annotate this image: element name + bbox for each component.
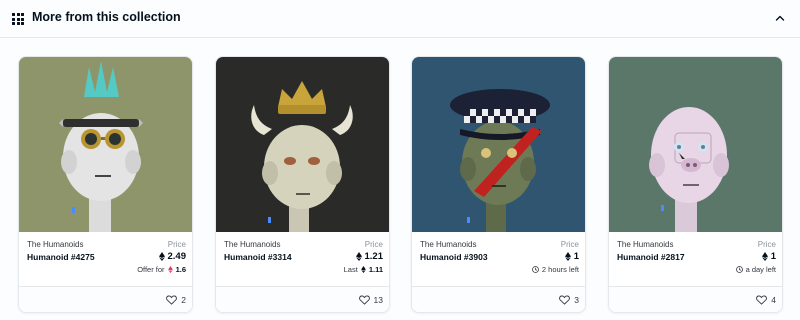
price: 1.21 (355, 251, 384, 262)
last-sale-value: 1.11 (368, 265, 383, 274)
nft-image[interactable] (609, 57, 782, 232)
humanoid-3314-artwork (216, 57, 389, 232)
heart-icon (756, 295, 768, 305)
nft-info: The Humanoids Humanoid #3903 Price 1 2 h… (412, 232, 585, 284)
card-footer: 3 (412, 286, 585, 312)
price-value: 1 (770, 251, 776, 262)
price: 2.49 (158, 251, 187, 262)
collection-section-header[interactable]: More from this collection (0, 0, 800, 38)
collection-section-body: The Humanoids Humanoid #4275 Price 2.49 … (0, 39, 800, 320)
favorite-button[interactable]: 2 (166, 295, 186, 305)
price-label: Price (364, 240, 383, 249)
last-sale-info: Last 1.11 (344, 265, 383, 274)
price: 1 (761, 251, 776, 262)
clock-icon (735, 266, 743, 273)
price-value: 1 (573, 251, 579, 262)
nft-info: The Humanoids Humanoid #2817 Price 1 a d… (609, 232, 782, 284)
time-left-label: 2 hours left (541, 265, 579, 274)
ethereum-icon (761, 252, 768, 261)
nft-card[interactable]: The Humanoids Humanoid #4275 Price 2.49 … (18, 56, 193, 313)
card-footer: 13 (216, 286, 389, 312)
section-title: More from this collection (32, 10, 181, 24)
time-left-label: a day left (745, 265, 776, 274)
humanoid-4275-artwork (19, 57, 192, 232)
nft-image[interactable] (412, 57, 585, 232)
favorite-button[interactable]: 3 (559, 295, 579, 305)
price: 1 (564, 251, 579, 262)
time-left-info: 2 hours left (532, 265, 579, 274)
price-label: Price (167, 240, 186, 249)
offer-label: Offer for (137, 265, 165, 274)
ethereum-icon (360, 266, 366, 273)
item-name[interactable]: Humanoid #2817 (617, 252, 685, 262)
nft-image[interactable] (216, 57, 389, 232)
card-footer: 4 (609, 286, 782, 312)
item-name[interactable]: Humanoid #3314 (224, 252, 292, 262)
nft-card[interactable]: The Humanoids Humanoid #3314 Price 1.21 … (215, 56, 390, 313)
nft-image[interactable] (19, 57, 192, 232)
nft-info: The Humanoids Humanoid #3314 Price 1.21 … (216, 232, 389, 284)
time-left-info: a day left (735, 265, 776, 274)
price-label: Price (757, 240, 776, 249)
nft-card[interactable]: The Humanoids Humanoid #3903 Price 1 2 h… (411, 56, 586, 313)
collection-name[interactable]: The Humanoids (224, 240, 280, 249)
heart-icon (358, 295, 370, 305)
humanoid-3903-artwork (412, 57, 585, 232)
chevron-up-icon[interactable] (774, 12, 786, 24)
ethereum-icon (167, 266, 173, 273)
ethereum-icon (564, 252, 571, 261)
humanoid-2817-artwork (609, 57, 782, 232)
price-value: 2.49 (167, 251, 187, 262)
price-value: 1.21 (364, 251, 384, 262)
grid-icon (12, 13, 24, 25)
clock-icon (532, 266, 539, 273)
item-name[interactable]: Humanoid #3903 (420, 252, 488, 262)
offer-info: Offer for 1.6 (137, 265, 186, 274)
favorite-count: 4 (771, 295, 776, 305)
nft-card[interactable]: The Humanoids Humanoid #2817 Price 1 a d… (608, 56, 783, 313)
favorite-button[interactable]: 13 (358, 295, 383, 305)
favorite-count: 13 (373, 295, 383, 305)
card-footer: 2 (19, 286, 192, 312)
offer-value: 1.6 (175, 265, 186, 274)
favorite-button[interactable]: 4 (756, 295, 776, 305)
price-label: Price (560, 240, 579, 249)
favorite-count: 3 (574, 295, 579, 305)
ethereum-icon (355, 252, 362, 261)
favorite-count: 2 (181, 295, 186, 305)
collection-name[interactable]: The Humanoids (420, 240, 476, 249)
nft-info: The Humanoids Humanoid #4275 Price 2.49 … (19, 232, 192, 284)
heart-icon (559, 295, 571, 305)
collection-name[interactable]: The Humanoids (27, 240, 83, 249)
last-sale-label: Last (343, 265, 358, 274)
ethereum-icon (158, 252, 165, 261)
item-name[interactable]: Humanoid #4275 (27, 252, 95, 262)
collection-name[interactable]: The Humanoids (617, 240, 673, 249)
heart-icon (166, 295, 178, 305)
